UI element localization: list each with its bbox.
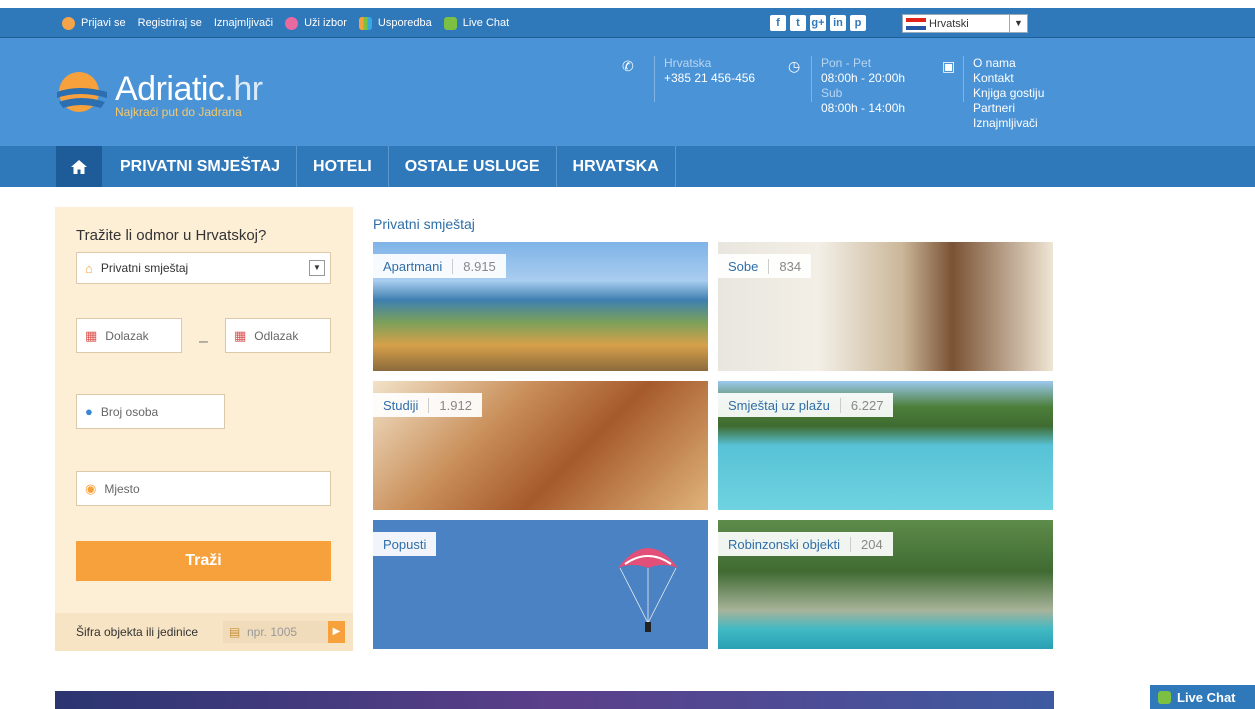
nav-private-accommodation[interactable]: PRIVATNI SMJEŠTAJ [104, 146, 298, 187]
livechat-link[interactable]: Live Chat [463, 17, 509, 29]
tile-count: 6.227 [839, 397, 894, 413]
language-select[interactable]: Hrvatski ▼ [902, 14, 1028, 33]
place-placeholder: Mjesto [104, 481, 140, 496]
persons-placeholder: Broj osoba [100, 404, 159, 419]
landlords-link[interactable]: Iznajmljivači [214, 17, 273, 29]
phone-number[interactable]: +385 21 456-456 [664, 71, 755, 86]
language-value: Hrvatski [929, 17, 969, 30]
tile-name: Apartmani [383, 258, 443, 274]
chart-icon [358, 16, 372, 30]
register-link[interactable]: Registriraj se [138, 17, 202, 29]
object-code-bar: Šifra objekta ili jedinice ▤ npr. 1005 ▶ [55, 613, 353, 651]
phone-info: Hrvatska +385 21 456-456 [654, 56, 755, 102]
chat-icon [443, 16, 457, 30]
googleplus-icon[interactable]: g+ [810, 15, 826, 31]
chevron-down-icon: ▼ [1009, 15, 1027, 32]
search-panel: Tražite li odmor u Hrvatskoj? ⌂ Privatni… [55, 207, 353, 651]
phone-icon: ✆ [622, 58, 634, 74]
hours-saturday-label: Sub [821, 86, 843, 100]
hours-weekday: 08:00h - 20:00h [821, 71, 906, 85]
promo-banner[interactable] [55, 691, 1054, 709]
login-link[interactable]: Prijavi se [81, 17, 126, 29]
twitter-icon[interactable]: t [790, 15, 806, 31]
persons-icon: ● [85, 404, 93, 419]
heart-icon [285, 16, 299, 30]
hours-saturday: 08:00h - 14:00h [821, 101, 906, 115]
type-value: Privatni smještaj [100, 261, 189, 275]
tile-count: 204 [850, 536, 893, 552]
user-icon [62, 16, 75, 30]
clock-icon: ◷ [788, 58, 801, 74]
tile-studios[interactable]: Studiji 1.912 [373, 381, 708, 510]
about-link[interactable]: O nama [973, 56, 1044, 71]
tile-robinson-objects[interactable]: Robinzonski objekti 204 [718, 520, 1053, 649]
nav-croatia[interactable]: HRVATSKA [557, 146, 676, 187]
tile-name: Popusti [383, 536, 427, 552]
home-button[interactable] [56, 146, 102, 187]
chat-icon [1158, 690, 1171, 704]
house-icon: ⌂ [85, 260, 93, 276]
tile-name: Sobe [728, 258, 759, 274]
parachute-icon [618, 548, 678, 632]
tile-name: Robinzonski objekti [728, 536, 841, 552]
partners-link[interactable]: Partneri [973, 101, 1044, 116]
section-title: Privatni smještaj [373, 216, 475, 232]
home-icon [71, 159, 87, 174]
object-code-go-button[interactable]: ▶ [328, 621, 345, 643]
tile-count: 1.912 [428, 397, 482, 413]
departure-input[interactable]: ▦ Odlazak [225, 318, 331, 353]
search-button[interactable]: Traži [76, 541, 331, 581]
tile-rooms[interactable]: Sobe 834 [718, 242, 1053, 371]
header-links: O nama Kontakt Knjiga gostiju Partneri I… [963, 56, 1044, 131]
shortlist-link[interactable]: Uži izbor [304, 17, 347, 29]
document-icon: ▤ [229, 625, 241, 639]
top-links: Prijavi se Registriraj se Iznajmljivači … [62, 8, 515, 38]
linkedin-icon[interactable]: in [830, 15, 846, 31]
contact-link[interactable]: Kontakt [973, 71, 1044, 86]
pinterest-icon[interactable]: p [850, 15, 866, 31]
tile-discounts[interactable]: Popusti [373, 520, 708, 649]
tile-count: 834 [768, 258, 811, 274]
object-code-label: Šifra objekta ili jedinice [76, 625, 199, 639]
departure-placeholder: Odlazak [254, 328, 299, 343]
main-nav: PRIVATNI SMJEŠTAJ HOTELI OSTALE USLUGE H… [0, 146, 1255, 187]
brand-tagline: Najkraći put do Jadrana [115, 105, 242, 119]
phone-label: Hrvatska [664, 56, 712, 70]
persons-input[interactable]: ● Broj osoba [76, 394, 225, 429]
type-select[interactable]: ⌂ Privatni smještaj ▼ [76, 252, 331, 284]
chevron-down-icon: ▼ [309, 260, 325, 276]
location-pin-icon: ◉ [85, 480, 97, 496]
suitcase-icon: ▣ [942, 58, 956, 74]
header: Adriatic.hr Najkraći put do Jadrana ✆ Hr… [0, 38, 1255, 146]
logo-sun-icon [57, 72, 107, 112]
top-bar: Prijavi se Registriraj se Iznajmljivači … [0, 8, 1255, 38]
tile-count: 8.915 [452, 258, 506, 274]
social-links: f t g+ in p [770, 15, 866, 31]
tile-name: Smještaj uz plažu [728, 397, 830, 413]
brand-name: Adriatic.hr [115, 70, 263, 108]
arrival-input[interactable]: ▦ Dolazak [76, 318, 182, 353]
place-input[interactable]: ◉ Mjesto [76, 471, 331, 506]
landlords-header-link[interactable]: Iznajmljivači [973, 116, 1044, 131]
croatia-flag-icon [906, 17, 926, 30]
hours-weekday-label: Pon - Pet [821, 56, 872, 70]
object-code-input[interactable]: ▤ npr. 1005 [223, 621, 328, 643]
tile-beach-accommodation[interactable]: Smještaj uz plažu 6.227 [718, 381, 1053, 510]
arrival-placeholder: Dolazak [105, 328, 149, 343]
date-separator: – [199, 333, 208, 350]
calendar-icon: ▦ [234, 327, 247, 343]
nav-hotels[interactable]: HOTELI [297, 146, 389, 187]
livechat-button[interactable]: Live Chat [1150, 685, 1255, 709]
facebook-icon[interactable]: f [770, 15, 786, 31]
nav-other-services[interactable]: OSTALE USLUGE [389, 146, 557, 187]
tile-apartments[interactable]: Apartmani 8.915 [373, 242, 708, 371]
search-title: Tražite li odmor u Hrvatskoj? [76, 227, 267, 244]
compare-link[interactable]: Usporedba [378, 17, 432, 29]
tile-name: Studiji [383, 397, 419, 413]
hours-info: Pon - Pet 08:00h - 20:00h Sub 08:00h - 1… [811, 56, 906, 116]
calendar-icon: ▦ [85, 327, 98, 343]
guestbook-link[interactable]: Knjiga gostiju [973, 86, 1044, 101]
